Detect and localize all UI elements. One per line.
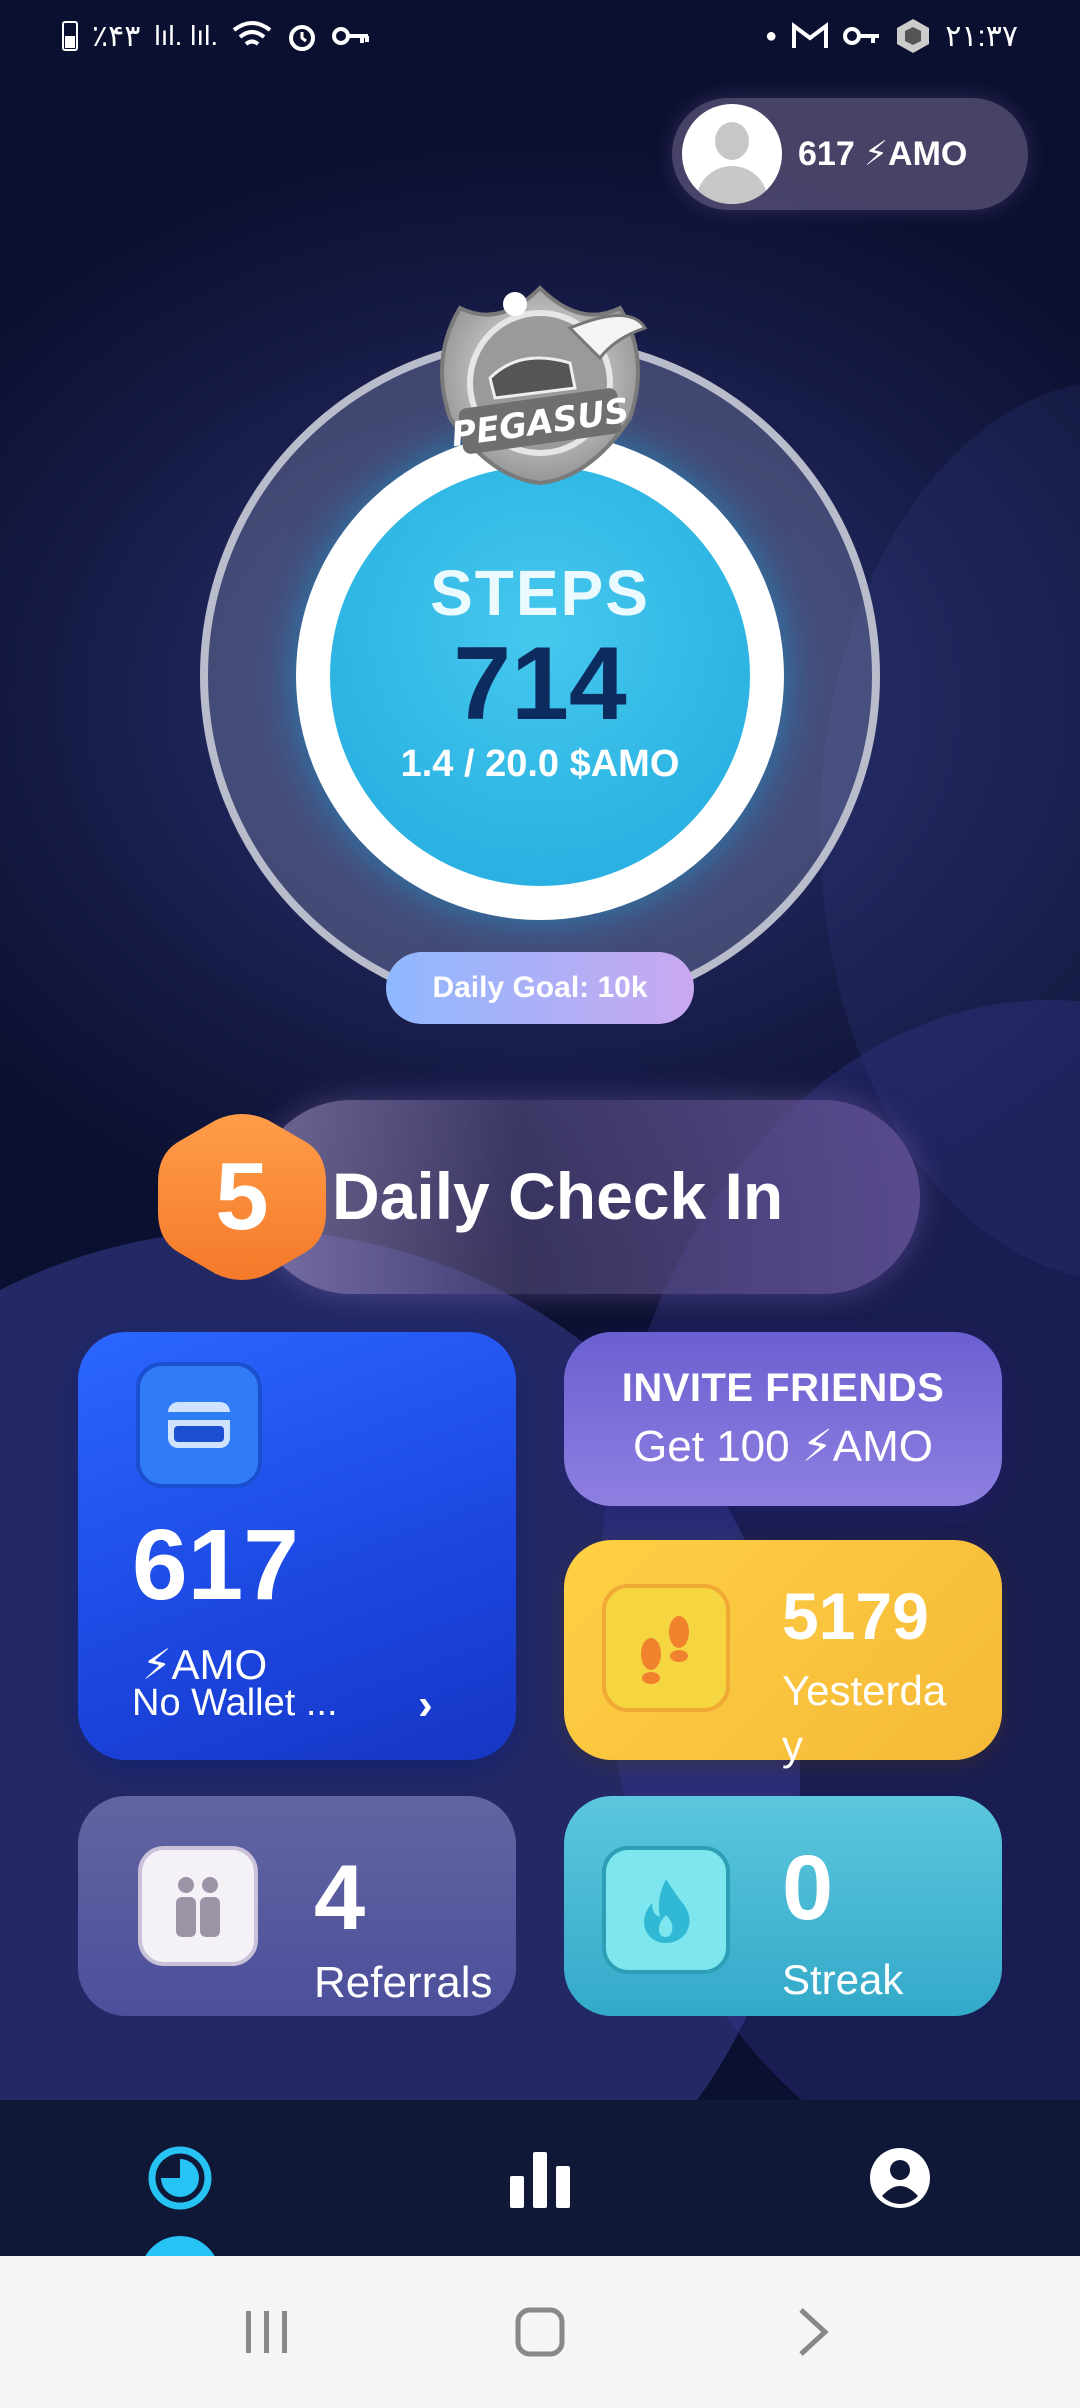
yesterday-steps-value: 5179 [782,1579,929,1653]
battery-percent: ٪۴۳ [92,19,141,53]
pegasus-badge-icon: PEGASUS [440,285,648,486]
recent-apps-button[interactable] [217,2282,317,2382]
steps-label: STEPS [430,556,650,629]
hexagon-app-icon [897,19,930,53]
battery-icon [62,21,78,51]
avatar[interactable] [682,104,782,204]
checkin-day-number: 5 [215,1143,269,1250]
account-circle-icon [870,2148,930,2208]
clock-time: ۲۱:۳۷ [945,19,1018,53]
signal-icon: lıl. lıl. [154,20,219,51]
back-button[interactable] [763,2282,863,2382]
profile-balance-pill[interactable]: 617 ⚡AMO [672,98,1028,210]
wallet-card[interactable]: 617 ⚡AMO No Wallet ... › [78,1332,516,1760]
gmail-icon [792,22,829,48]
wallet-amount: 617 [132,1509,299,1621]
home-button[interactable] [490,2282,590,2382]
yesterday-label: Yesterday [782,1667,947,1769]
status-bar: ٪۴۳ lıl. lıl. ● ۲۱:۳۷ [0,0,1080,72]
streak-label: Streak [782,1956,904,2003]
yesterday-steps-card[interactable]: 5179 Yesterday [564,1540,1002,1769]
alarm-icon [289,25,316,51]
steps-counter[interactable]: STEPS 714 1.4 / 20.0 $AMO [330,466,750,886]
flame-icon [602,1846,730,1974]
steps-value: 714 [453,625,627,742]
header-balance: 617 ⚡AMO [798,135,968,173]
chevron-right-icon [799,2308,830,2356]
nav-stats-tab[interactable] [480,2118,600,2238]
wallet-status: No Wallet ... [132,1682,338,1724]
nav-home-tab[interactable] [120,2118,240,2238]
home-square-icon [515,2307,565,2357]
invite-friends-card[interactable]: INVITE FRIENDS Get 100 ⚡AMO [564,1332,1002,1506]
chevron-right-icon[interactable]: › [418,1680,433,1730]
referrals-value: 4 [314,1847,366,1949]
bar-chart-icon [510,2152,570,2208]
invite-subtitle: Get 100 ⚡AMO [633,1422,933,1471]
invite-title: INVITE FRIENDS [621,1366,945,1410]
streak-value: 0 [782,1837,834,1939]
system-navigation-bar [0,2256,1080,2408]
footsteps-icon [602,1584,730,1712]
vpn-key-icon [843,27,880,45]
nav-profile-tab[interactable] [840,2118,960,2238]
key-icon [332,27,370,45]
recent-apps-icon [245,2311,287,2353]
referrals-people-icon [138,1846,258,1966]
wallet-icon [136,1362,262,1488]
wifi-icon [232,21,272,46]
streak-card[interactable]: 0 Streak [564,1796,1002,2016]
bottom-navigation [0,2100,1080,2256]
checkin-label: Daily Check In [332,1159,784,1233]
daily-goal-pill: Daily Goal: 10k [386,952,694,1024]
dashboard-icon [148,2146,212,2210]
referrals-label: Referrals [314,1958,493,2007]
notification-dot-icon: ● [765,24,778,47]
referrals-card[interactable]: 4 Referrals [78,1796,516,2016]
steps-reward: 1.4 / 20.0 $AMO [400,743,680,786]
